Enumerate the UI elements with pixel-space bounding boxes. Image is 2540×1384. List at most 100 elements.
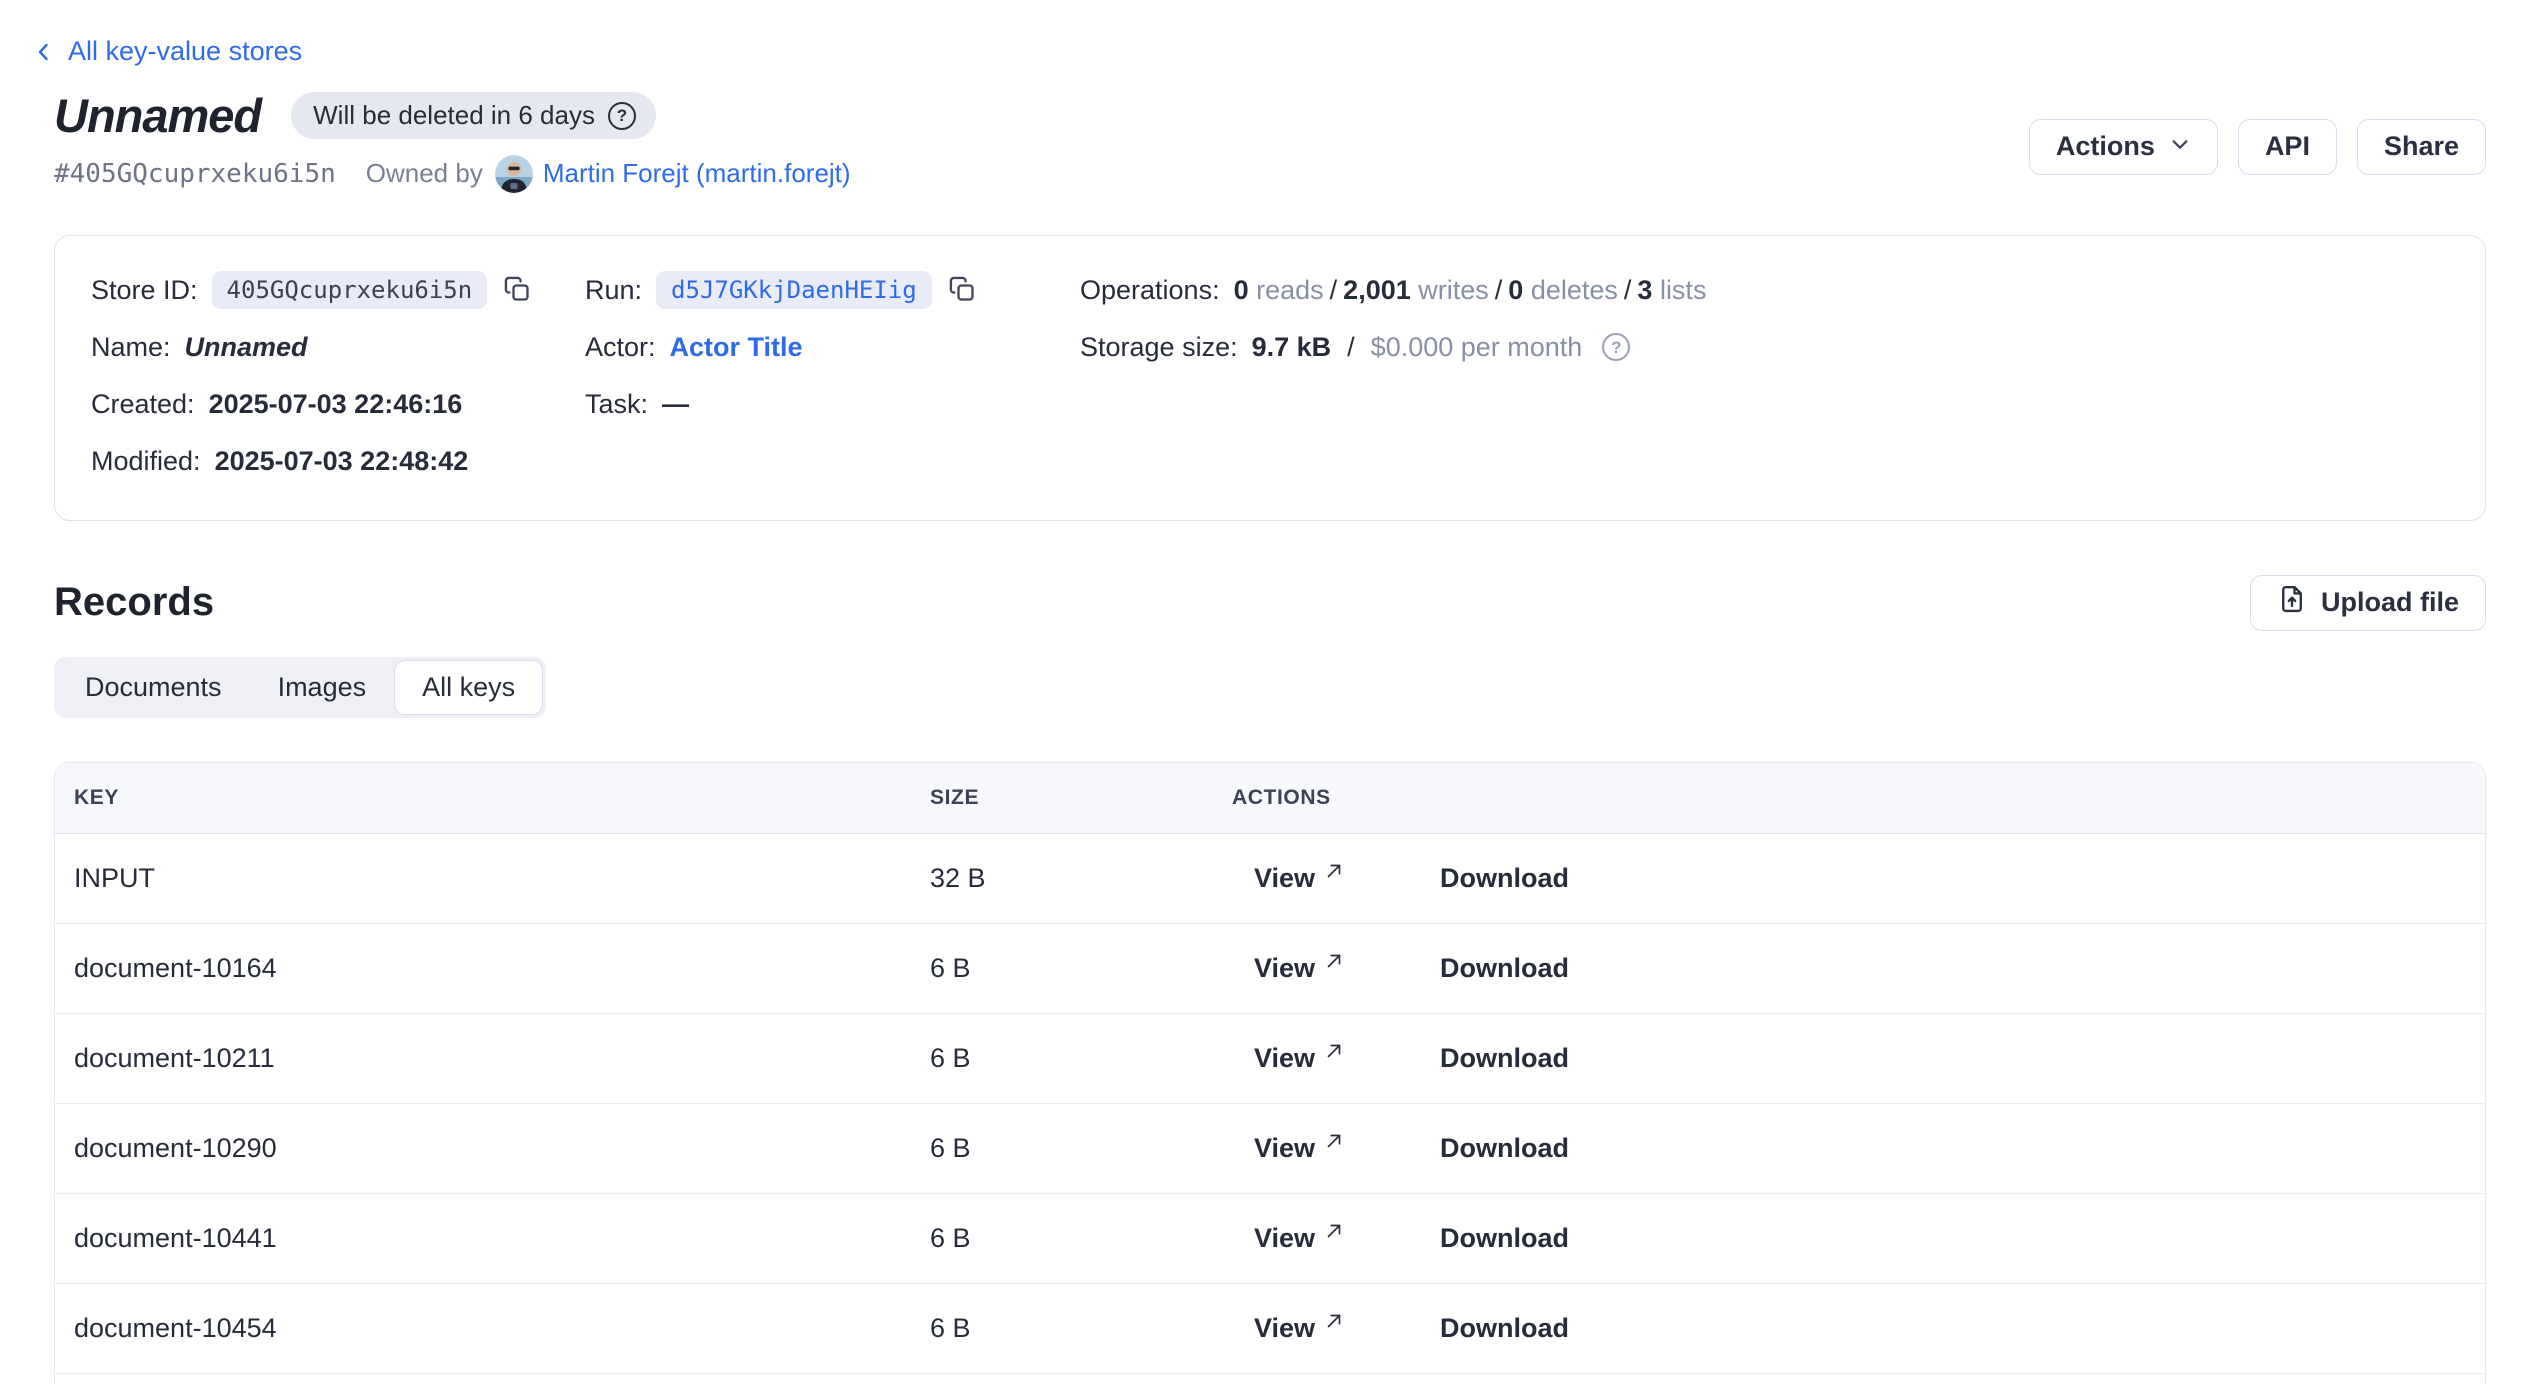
info-column-3: Operations: 0 reads/2,001 writes/0 delet… — [1080, 262, 2449, 490]
operations-separator: / — [1324, 275, 1344, 305]
actions-button-label: Actions — [2056, 131, 2155, 162]
header-actions: Actions API Share — [2029, 119, 2486, 175]
column-header-key: KEY — [55, 786, 930, 810]
key-value-store-detail-page: All key-value stores Unnamed Will be del… — [0, 0, 2540, 1384]
record-size: 6 B — [930, 1313, 1232, 1344]
record-actions: View Download — [1232, 863, 2485, 894]
created-label: Created: — [91, 389, 195, 420]
record-key: document-10211 — [55, 1043, 930, 1074]
table-row: document-101646 BViewDownload — [55, 924, 2485, 1014]
store-id-chip[interactable]: 405GQcuprxeku6i5n — [212, 271, 488, 309]
record-actions: View Download — [1232, 953, 2485, 984]
record-actions: View Download — [1232, 1223, 2485, 1254]
download-link[interactable]: Download — [1440, 953, 1569, 984]
store-hash: #405GQcuprxeku6i5n — [54, 159, 336, 189]
share-button-label: Share — [2384, 131, 2459, 162]
copy-store-id-button[interactable] — [503, 275, 531, 306]
view-label: View — [1254, 1313, 1315, 1344]
store-id-label: Store ID: — [91, 275, 198, 306]
avatar — [495, 155, 533, 193]
operations-value: 0 reads/2,001 writes/0 deletes/3 lists — [1234, 275, 1707, 306]
download-link[interactable]: Download — [1440, 1043, 1569, 1074]
download-link[interactable]: Download — [1440, 863, 1569, 894]
task-label: Task: — [585, 389, 648, 420]
table-row: INPUT32 BViewDownload — [55, 834, 2485, 924]
external-link-icon — [1323, 1308, 1345, 1339]
api-button[interactable]: API — [2238, 119, 2337, 175]
external-link-icon — [1323, 1128, 1345, 1159]
title-block: Unnamed Will be deleted in 6 days ? #405… — [54, 91, 851, 193]
owned-by-label: Owned by — [366, 158, 483, 189]
info-column-1: Store ID: 405GQcuprxeku6i5n Name: Unname… — [91, 262, 585, 490]
copy-run-id-button[interactable] — [948, 275, 976, 306]
run-label: Run: — [585, 275, 642, 306]
record-size: 6 B — [930, 1133, 1232, 1164]
name-label: Name: — [91, 332, 171, 363]
operations-deletes: 0 deletes — [1508, 275, 1618, 305]
record-size: 6 B — [930, 1223, 1232, 1254]
task-value: — — [662, 389, 689, 420]
breadcrumb-label: All key-value stores — [68, 36, 302, 67]
operations-separator: / — [1489, 275, 1509, 305]
view-link[interactable]: View — [1254, 1223, 1345, 1254]
table-row: document-102116 B View Download — [55, 1014, 2485, 1104]
view-label: View — [1254, 1223, 1315, 1254]
run-chip[interactable]: d5J7GKkjDaenHEIig — [656, 271, 932, 309]
actor-link[interactable]: Actor Title — [670, 332, 803, 363]
view-link[interactable]: View — [1254, 863, 1345, 894]
operations-lists: 3 lists — [1637, 275, 1706, 305]
record-key: INPUT — [55, 863, 930, 894]
view-link[interactable]: View — [1254, 1133, 1345, 1164]
download-link[interactable]: Download — [1440, 1223, 1569, 1254]
file-upload-icon — [2277, 584, 2307, 621]
api-button-label: API — [2265, 131, 2310, 162]
table-body: INPUT32 BViewDownloaddocument-101646 BVi… — [55, 834, 2485, 1374]
external-link-icon — [1323, 1038, 1345, 1069]
record-actions: View Download — [1232, 1043, 2485, 1074]
operations-label: Operations: — [1080, 275, 1220, 306]
modified-value: 2025-07-03 22:48:42 — [215, 446, 469, 477]
operations-writes: 2,001 writes — [1343, 275, 1489, 305]
actor-label: Actor: — [585, 332, 656, 363]
storage-cost: $0.000 per month — [1371, 332, 1583, 363]
records-title: Records — [54, 580, 214, 625]
deletion-badge: Will be deleted in 6 days ? — [291, 92, 656, 139]
record-size: 6 B — [930, 953, 1232, 984]
table-row: document-104546 B View Download — [55, 1284, 2485, 1374]
record-size: 6 B — [930, 1043, 1232, 1074]
page-title: Unnamed — [54, 91, 261, 141]
view-link[interactable]: View — [1254, 1043, 1345, 1074]
chevron-down-icon — [2169, 131, 2191, 162]
modified-label: Modified: — [91, 446, 201, 477]
share-button[interactable]: Share — [2357, 119, 2486, 175]
partial-next-row — [55, 1374, 2485, 1384]
created-value: 2025-07-03 22:46:16 — [209, 389, 463, 420]
info-column-2: Run: d5J7GKkjDaenHEIig Actor: Actor Titl… — [585, 262, 1080, 490]
help-icon[interactable]: ? — [608, 102, 636, 130]
store-info-card: Store ID: 405GQcuprxeku6i5n Name: Unname… — [54, 235, 2486, 521]
breadcrumb[interactable]: All key-value stores — [32, 36, 302, 67]
record-key: document-10454 — [55, 1313, 930, 1344]
storage-help-icon[interactable]: ? — [1602, 333, 1630, 361]
tab-images[interactable]: Images — [250, 660, 395, 715]
operations-separator: / — [1618, 275, 1638, 305]
deletion-badge-label: Will be deleted in 6 days — [313, 100, 595, 131]
record-actions: View Download — [1232, 1133, 2485, 1164]
view-link[interactable]: View — [1254, 953, 1345, 984]
upload-file-label: Upload file — [2321, 587, 2459, 618]
tab-documents[interactable]: Documents — [57, 660, 250, 715]
upload-file-button[interactable]: Upload file — [2250, 575, 2486, 631]
external-link-icon — [1323, 1218, 1345, 1249]
view-label: View — [1254, 1133, 1315, 1164]
actions-button[interactable]: Actions — [2029, 119, 2218, 175]
storage-size-value: 9.7 kB — [1252, 332, 1332, 363]
table-header: KEY SIZE ACTIONS — [55, 763, 2485, 834]
name-value: Unnamed — [185, 332, 308, 363]
owner-link[interactable]: Martin Forejt (martin.forejt) — [543, 158, 851, 189]
table-row: document-102906 BViewDownload — [55, 1104, 2485, 1194]
download-link[interactable]: Download — [1440, 1313, 1569, 1344]
record-key: document-10441 — [55, 1223, 930, 1254]
tab-all-keys[interactable]: All keys — [394, 660, 543, 715]
download-link[interactable]: Download — [1440, 1133, 1569, 1164]
view-link[interactable]: View — [1254, 1313, 1345, 1344]
